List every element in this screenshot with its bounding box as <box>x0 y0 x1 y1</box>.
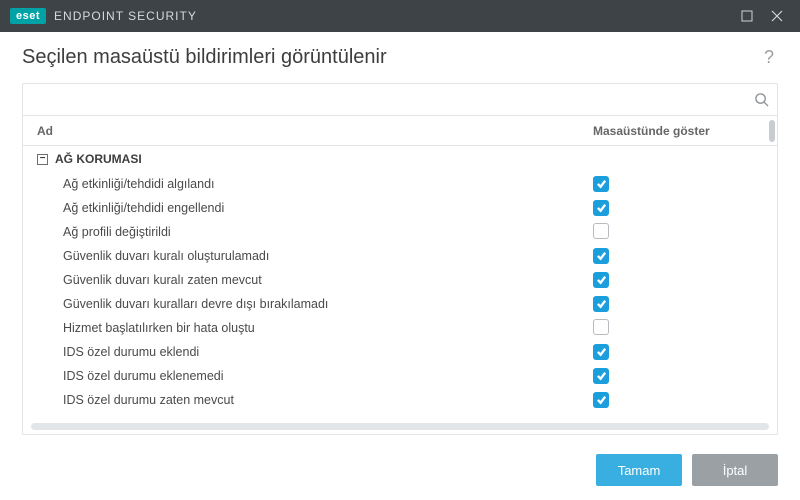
show-on-desktop-checkbox[interactable] <box>593 344 609 360</box>
checkbox-cell <box>593 223 763 242</box>
checkbox-cell <box>593 368 763 385</box>
row-label: IDS özel durumu zaten mevcut <box>63 393 606 407</box>
search-icon[interactable] <box>745 92 777 107</box>
checkbox-cell <box>593 296 763 313</box>
page-title: Seçilen masaüstü bildirimleri görüntülen… <box>22 46 760 69</box>
table-row[interactable]: IDS özel durumu zaten mevcut <box>23 388 777 412</box>
checkbox-cell <box>593 200 763 217</box>
group-label: AĞ KORUMASI <box>55 152 142 166</box>
check-icon <box>596 202 607 213</box>
table-row[interactable]: IDS özel durumu eklenemedi <box>23 364 777 388</box>
brand-text: ENDPOINT SECURITY <box>54 9 197 23</box>
checkbox-cell <box>593 392 763 409</box>
table-row[interactable]: Ağ etkinliği/tehdidi algılandı <box>23 172 777 196</box>
row-label: IDS özel durumu eklendi <box>63 345 606 359</box>
dialog-footer: Tamam İptal <box>0 440 800 500</box>
row-label: Güvenlik duvarı kuralı zaten mevcut <box>63 273 606 287</box>
show-on-desktop-checkbox[interactable] <box>593 392 609 408</box>
show-on-desktop-checkbox[interactable] <box>593 272 609 288</box>
column-header-show[interactable]: Masaüstünde göster <box>593 124 763 138</box>
show-on-desktop-checkbox[interactable] <box>593 368 609 384</box>
checkbox-cell <box>593 272 763 289</box>
show-on-desktop-checkbox[interactable] <box>593 176 609 192</box>
row-label: IDS özel durumu eklenemedi <box>63 369 606 383</box>
show-on-desktop-checkbox[interactable] <box>593 248 609 264</box>
column-header-name[interactable]: Ad <box>37 124 593 138</box>
show-on-desktop-checkbox[interactable] <box>593 319 609 335</box>
check-icon <box>596 250 607 261</box>
ok-button[interactable]: Tamam <box>596 454 682 486</box>
row-label: Güvenlik duvarı kuralı oluşturulamadı <box>63 249 606 263</box>
table-row[interactable]: Güvenlik duvarı kuralı oluşturulamadı <box>23 244 777 268</box>
brand-badge: eset <box>10 8 46 24</box>
check-icon <box>596 394 607 405</box>
row-label: Güvenlik duvarı kuralları devre dışı bır… <box>63 297 606 311</box>
check-icon <box>596 346 607 357</box>
check-icon <box>596 274 607 285</box>
check-icon <box>596 298 607 309</box>
check-icon <box>596 370 607 381</box>
checkbox-cell <box>593 319 763 338</box>
table-row[interactable]: Ağ etkinliği/tehdidi engellendi <box>23 196 777 220</box>
row-label: Ağ etkinliği/tehdidi algılandı <box>63 177 606 191</box>
table-row[interactable]: IDS özel durumu eklendi <box>23 340 777 364</box>
show-on-desktop-checkbox[interactable] <box>593 296 609 312</box>
table-row[interactable]: Güvenlik duvarı kuralları devre dışı bır… <box>23 292 777 316</box>
row-label: Ağ profili değiştirildi <box>63 225 606 239</box>
show-on-desktop-checkbox[interactable] <box>593 200 609 216</box>
check-icon <box>596 178 607 189</box>
row-label: Hizmet başlatılırken bir hata oluştu <box>63 321 606 335</box>
table-row[interactable]: Hizmet başlatılırken bir hata oluştu <box>23 316 777 340</box>
vertical-scrollbar[interactable] <box>769 120 775 142</box>
table-row[interactable]: Güvenlik duvarı kuralı zaten mevcut <box>23 268 777 292</box>
collapse-icon[interactable]: − <box>37 154 48 165</box>
group-row-network-protection[interactable]: − AĞ KORUMASI <box>23 146 777 172</box>
table-row[interactable]: Ağ profili değiştirildi <box>23 220 777 244</box>
checkbox-cell <box>593 176 763 193</box>
content-panel: Ad Masaüstünde göster − AĞ KORUMASI Ağ e… <box>22 83 778 435</box>
search-input[interactable] <box>23 86 745 113</box>
close-button[interactable] <box>762 0 792 32</box>
search-row <box>23 84 777 116</box>
cancel-button[interactable]: İptal <box>692 454 778 486</box>
close-icon <box>771 10 783 22</box>
checkbox-cell <box>593 344 763 361</box>
table-header: Ad Masaüstünde göster <box>23 116 777 146</box>
horizontal-scrollbar[interactable] <box>31 423 769 430</box>
dialog-header: Seçilen masaüstü bildirimleri görüntülen… <box>0 32 800 77</box>
row-label: Ağ etkinliği/tehdidi engellendi <box>63 201 606 215</box>
checkbox-cell <box>593 248 763 265</box>
table-body: − AĞ KORUMASI Ağ etkinliği/tehdidi algıl… <box>23 146 777 434</box>
show-on-desktop-checkbox[interactable] <box>593 223 609 239</box>
minimize-button[interactable] <box>732 0 762 32</box>
help-button[interactable]: ? <box>760 47 778 68</box>
titlebar: eset ENDPOINT SECURITY <box>0 0 800 32</box>
minimize-icon <box>741 10 753 22</box>
